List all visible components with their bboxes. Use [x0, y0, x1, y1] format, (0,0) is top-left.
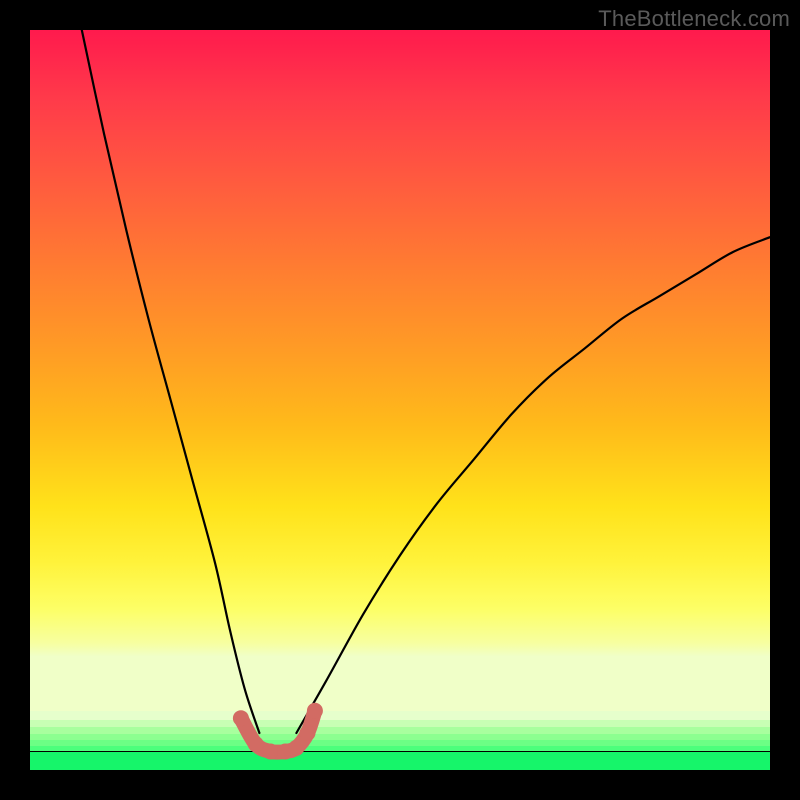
- trough-marker: [233, 710, 249, 726]
- curve-left-branch: [82, 30, 260, 733]
- curve-layer: [30, 30, 770, 770]
- trough-marker: [300, 725, 316, 741]
- trough-marker: [263, 744, 279, 760]
- plot-area: [30, 30, 770, 770]
- curve-right-branch: [296, 237, 770, 733]
- trough-marker: [288, 740, 304, 756]
- chart-frame: TheBottleneck.com: [0, 0, 800, 800]
- watermark-text: TheBottleneck.com: [598, 6, 790, 32]
- trough-marker: [307, 703, 323, 719]
- trough-marker: [248, 736, 264, 752]
- trough-marker-group: [233, 703, 323, 760]
